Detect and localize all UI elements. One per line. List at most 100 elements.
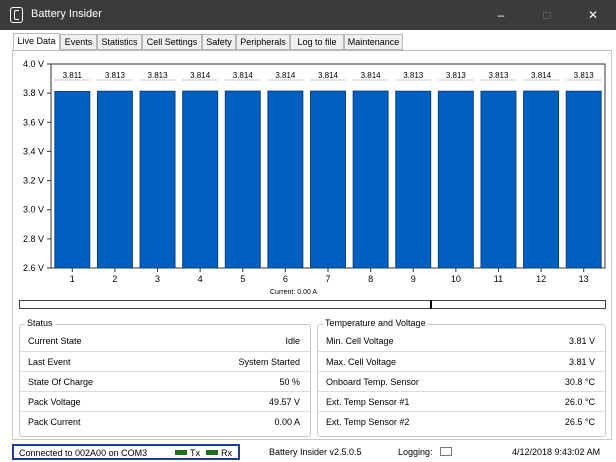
close-button[interactable]: ✕ [570,0,616,30]
datetime-text: 4/12/2018 9:43:02 AM [512,447,601,457]
bar [565,90,602,269]
bar-value-label: 3.813 [403,71,424,80]
status-row: Pack Voltage 49.57 V [20,391,310,411]
bar-value-label: 3.813 [105,71,126,80]
current-label: Current: 0.00 A [270,289,318,296]
status-value: 0.00 A [274,417,300,427]
y-tick-label: 2.8 V [23,234,44,244]
y-tick-label: 3.6 V [23,117,44,127]
temp-value: 30.8 °C [564,377,595,387]
status-group-title: Status [25,318,55,328]
bar [523,90,560,269]
bar [54,91,91,269]
bar-value-label: 3.814 [361,71,382,80]
temp-row: Ext. Temp Sensor #2 26.5 °C [318,411,605,431]
status-label: Current State [28,336,82,346]
bar-value-label: 3.814 [275,71,296,80]
x-tick-label: 10 [451,274,461,284]
temperature-voltage-group: Temperature and Voltage Min. Cell Voltag… [317,318,606,437]
current-zero-marker [430,300,432,309]
temp-value: 26.5 °C [564,417,595,427]
bar-value-label: 3.813 [446,71,467,80]
bar [224,90,261,269]
x-tick-label: 5 [240,274,245,284]
temp-label: Ext. Temp Sensor #2 [326,417,410,427]
temp-label: Onboard Temp. Sensor [326,377,419,387]
cell-voltage-chart: 4.0 V 3.8 V 3.6 V 3.4 V 3.2 V 3.0 V 2.8 V 2.6 V… [23,59,606,284]
temperature-group-title: Temperature and Voltage [323,318,428,328]
bar [352,90,389,269]
minimize-button[interactable]: – [478,0,524,30]
bar [310,90,346,269]
status-group: Status Current State Idle Last Event Sys… [19,318,311,437]
bar-value-label: 3.814 [233,71,254,80]
bar [480,90,517,269]
status-label: Pack Current [28,417,81,427]
temp-row: Ext. Temp Sensor #1 26.0 °C [318,391,605,411]
temp-value: 26.0 °C [564,397,595,407]
maximize-button[interactable]: □ [524,0,570,30]
status-value: 49.57 V [268,397,300,407]
bar [139,90,176,269]
y-tick-label: 3.0 V [23,205,44,215]
tab-cell-settings[interactable]: Cell Settings [142,34,202,50]
status-row: Pack Current 0.00 A [20,411,310,431]
x-tick-label: 9 [411,274,416,284]
status-label: State Of Charge [28,377,94,387]
x-tick-label: 6 [283,274,288,284]
x-tick-label: 11 [494,274,503,284]
bar [395,90,432,269]
temp-label: Max. Cell Voltage [326,357,397,367]
y-tick-label: 3.4 V [23,146,44,156]
y-tick-label: 2.6 V [23,263,44,273]
current-bar [19,300,606,309]
bar-value-label: 3.813 [148,71,169,80]
bar [267,90,304,269]
bar-value-label: 3.814 [531,71,552,80]
x-tick-label: 12 [536,274,546,284]
temp-row: Onboard Temp. Sensor 30.8 °C [318,371,605,391]
rx-led-icon [206,450,218,455]
temp-row: Max. Cell Voltage 3.81 V [318,351,605,371]
bar-value-label: 3.813 [574,71,595,80]
tab-peripherals[interactable]: Peripherals [236,34,290,50]
bar-value-label: 3.814 [190,71,211,80]
status-value: 50 % [279,377,300,387]
temp-label: Min. Cell Voltage [326,336,394,346]
bar [182,90,219,269]
rx-label: Rx [221,448,232,458]
tx-label: Tx [190,448,200,458]
window-title: Battery Insider [31,8,102,20]
connection-status[interactable]: Connected to 002A00 on COM3 Tx Rx [12,444,240,460]
temp-value: 3.81 V [568,357,595,367]
temp-row: Min. Cell Voltage 3.81 V [318,331,605,351]
x-tick-label: 1 [70,274,75,284]
version-text: Battery Insider v2.5.0.5 [269,447,362,457]
bar [96,90,133,269]
bar [437,90,474,269]
app-logo-icon [10,7,23,23]
status-value: System Started [238,357,300,367]
x-tick-label: 4 [198,274,203,284]
tx-led-icon [175,450,187,455]
x-tick-label: 8 [368,274,373,284]
tab-safety[interactable]: Safety [202,34,236,50]
tab-log-to-file[interactable]: Log to file [290,34,344,50]
connection-text: Connected to 002A00 on COM3 [19,448,148,458]
bar-value-label: 3.811 [63,71,83,80]
tab-events[interactable]: Events [60,34,97,50]
tab-live-data[interactable]: Live Data [13,33,60,50]
title-bar: Battery Insider – □ ✕ [0,0,616,30]
x-tick-label: 3 [155,274,160,284]
x-tick-label: 2 [112,274,117,284]
bar-value-label: 3.814 [318,71,339,80]
temp-label: Ext. Temp Sensor #1 [326,397,410,407]
status-value: Idle [285,336,300,346]
tab-statistics[interactable]: Statistics [97,34,142,50]
status-row: Last Event System Started [20,351,310,371]
bar-value-label: 3.813 [488,71,509,80]
status-row: Current State Idle [20,331,310,351]
logging-label: Logging: [398,447,433,457]
y-tick-label: 3.8 V [23,88,44,98]
tab-maintenance[interactable]: Maintenance [344,34,403,50]
